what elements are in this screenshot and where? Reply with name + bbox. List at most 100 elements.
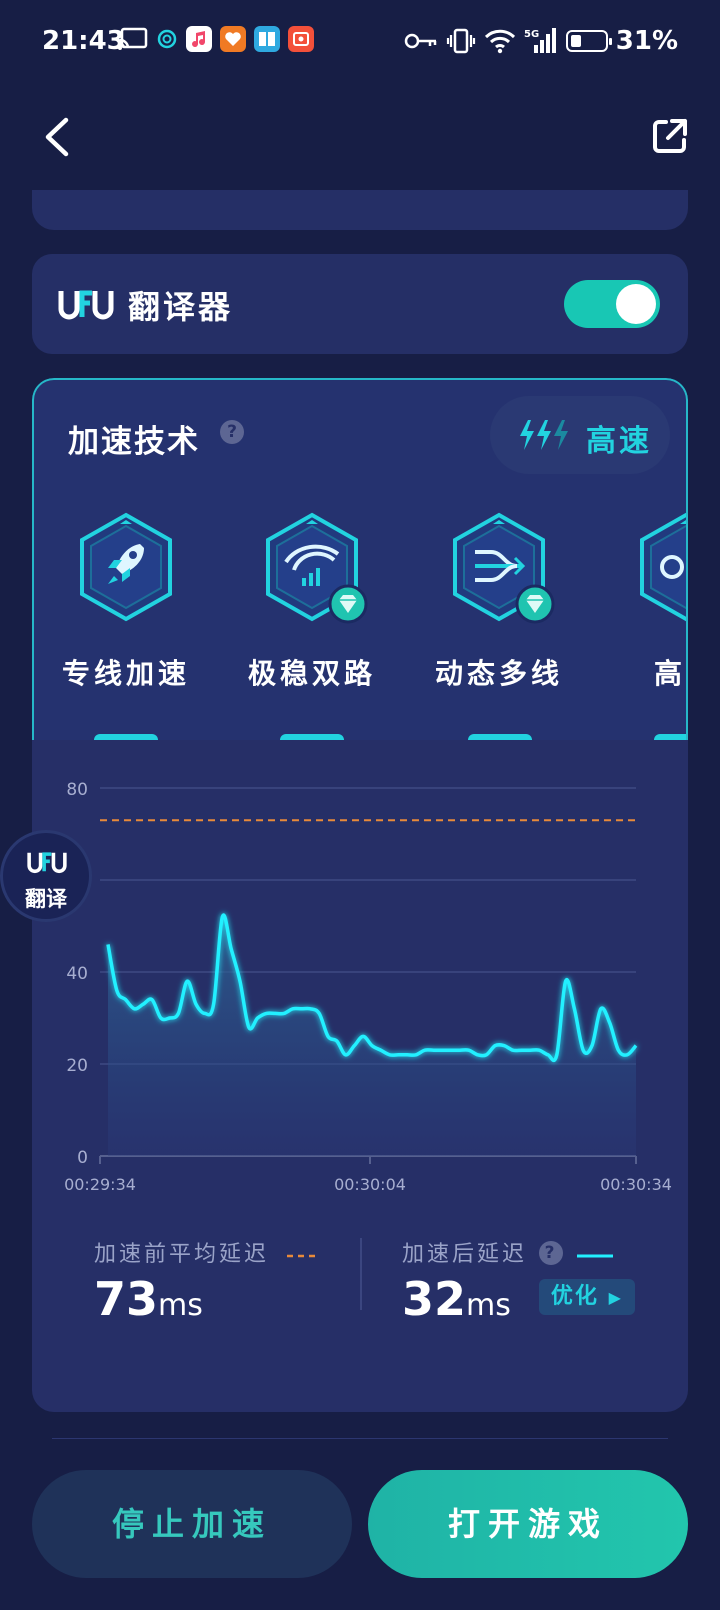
chevron-left-icon[interactable] [38,114,78,160]
translator-card: 翻译器 [32,254,688,354]
latency-point [424,1050,425,1051]
bottom-divider [52,1438,668,1439]
status-bar: 21:43 5G 31% [0,0,720,84]
tech-label: 极稳双路 [247,657,376,690]
help-icon[interactable]: ? [539,1241,564,1265]
dual-route-wifi-icon [284,544,340,586]
optimize-button[interactable]: 优化 ▶ [538,1278,635,1315]
help-icon[interactable]: ? [220,420,244,444]
tech-label: 专线加速 [61,657,190,690]
music-app-icon [186,26,212,52]
latency-point [512,1050,513,1051]
latency-point [433,1050,434,1051]
latency-point [503,1045,504,1046]
tech-item-dedicated-line[interactable]: 专线加速 [56,512,196,692]
reader-app-icon [254,26,280,52]
diamond-icon [515,584,555,624]
stop-acceleration-button[interactable]: 停止加速 [32,1470,352,1578]
latency-point [327,1036,328,1037]
cellular-signal-icon: 5G [524,28,556,53]
latency-point [451,1050,452,1051]
latency-point [363,1036,364,1037]
video-app-icon [288,26,314,52]
latency-point [530,1050,531,1051]
latency-point [143,1004,144,1005]
latency-point [600,1008,601,1009]
latency-point [477,1054,478,1055]
latency-point [354,1045,355,1046]
translator-title: 翻译器 [128,288,234,326]
battery-percent: 31% [615,26,678,56]
latency-point [442,1050,443,1051]
after-unit: ms [466,1288,511,1323]
latency-point [292,1008,293,1009]
svg-text:5G: 5G [524,29,539,40]
latency-point [565,981,566,982]
acceleration-title: 加速技术 [68,424,200,460]
latency-point [521,1050,522,1051]
y-tick-label: 80 [66,780,88,800]
latency-point [213,1004,214,1005]
latency-point [239,981,240,982]
latency-point [398,1054,399,1055]
speed-label: 高速 [586,424,652,459]
speed-badge[interactable]: 高速 [490,396,670,474]
latency-point [187,981,188,982]
diamond-icon [328,584,368,624]
latency-area [108,915,636,1156]
latency-point [415,1054,416,1055]
latency-point [195,1004,196,1005]
latency-point [266,1013,267,1014]
latency-chart: 0 20 40 80 00:29:34 00:30:04 00:30:34 [32,740,688,1210]
latency-point [345,1054,346,1055]
health-app-icon [220,26,246,52]
ufu-logo [27,852,67,874]
latency-point [107,944,108,945]
latency-point [591,1045,592,1046]
latency-point [618,1050,619,1051]
wifi-icon [484,29,515,54]
latency-point [547,1054,548,1055]
latency-point [336,1040,337,1041]
latency-point [169,1017,170,1018]
latency-point [583,1050,584,1051]
latency-point [301,1008,302,1009]
translator-toggle[interactable] [564,280,660,328]
latency-point [556,1054,557,1055]
latency-point [459,1050,460,1051]
x-tick-label: 00:30:34 [600,1175,672,1194]
y-tick-label: 20 [66,1056,88,1076]
floating-translator-button[interactable]: 翻译 [0,830,92,922]
metric-divider [360,1238,362,1310]
latency-chart-svg: 0 20 40 80 00:29:34 00:30:04 00:30:34 [64,780,672,1194]
before-label: 加速前平均延迟 [94,1242,270,1267]
latency-point [389,1054,390,1055]
status-time: 21:43 [42,26,125,56]
tech-item-high-speed[interactable]: 高速 [616,512,686,692]
tech-item-dynamic-multiline[interactable]: 动态多线 [429,512,569,692]
latency-point [495,1045,496,1046]
tech-item-dual-route[interactable]: 极稳双路 [242,512,382,692]
latency-point [486,1054,487,1055]
open-game-button[interactable]: 打开游戏 [368,1470,688,1578]
dashed-legend-icon [287,1254,318,1258]
hexagon-frame [640,512,686,622]
multi-line-icon [475,550,526,582]
x-tick-label: 00:29:34 [64,1175,136,1194]
latency-point [635,1045,636,1046]
acceleration-tech-panel: 加速技术 ? 高速 专线加速 极稳双路 动态多线 高 [32,378,688,740]
latency-point [574,1008,575,1009]
before-unit: ms [158,1288,203,1323]
latency-point [116,990,117,991]
latency-point [283,1013,284,1014]
latency-point [627,1054,628,1055]
after-label: 加速后延迟 [402,1242,528,1267]
vpn-icon [157,29,177,49]
latency-point [407,1054,408,1055]
latency-point [231,948,232,949]
avg-latency-before: 加速前平均延迟 73ms [94,1236,319,1326]
external-link-icon[interactable] [650,116,690,156]
solid-legend-icon [577,1254,614,1258]
latency-point [275,1013,276,1014]
latency-point [380,1050,381,1051]
